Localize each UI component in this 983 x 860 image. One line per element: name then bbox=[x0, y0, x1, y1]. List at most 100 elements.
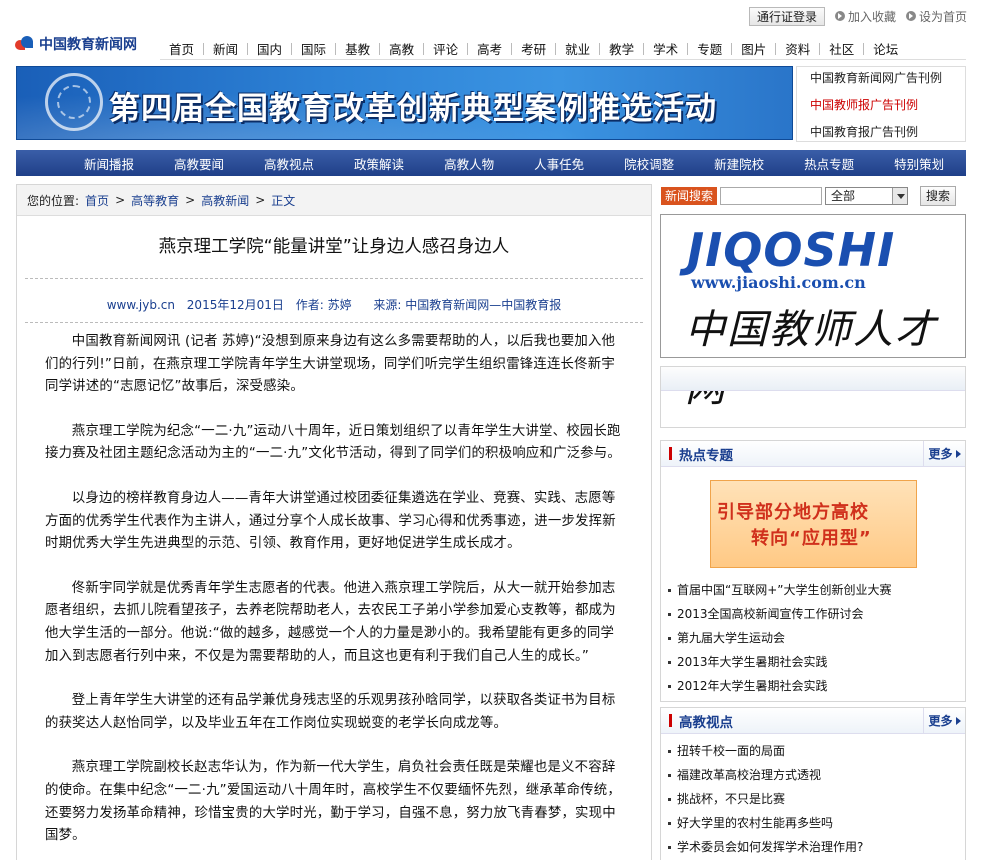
main-nav-item[interactable]: 高教 bbox=[380, 39, 423, 58]
gaojiao-views-header: 高教视点 更多 bbox=[661, 708, 965, 734]
main-nav-item[interactable]: 资料 bbox=[776, 39, 819, 58]
main-nav-item[interactable]: 学术 bbox=[644, 39, 687, 58]
bullet-icon bbox=[668, 845, 671, 849]
logo-text: 中国教育新闻网 bbox=[39, 37, 137, 53]
breadcrumb-sep: > bbox=[185, 193, 196, 207]
main-nav-item[interactable]: 新闻 bbox=[204, 39, 247, 58]
bullet-icon bbox=[668, 612, 671, 616]
campaign-banner[interactable]: 第四届全国教育改革创新典型案例推选活动 bbox=[16, 66, 793, 140]
list-item-label: 福建改革高校治理方式透视 bbox=[677, 768, 822, 782]
promo-line-1: 引导部分地方高校 bbox=[717, 502, 869, 523]
sub-nav-item[interactable]: 新闻播报 bbox=[84, 154, 134, 173]
ad-rate-link[interactable]: 中国教育新闻网广告刊例 bbox=[810, 69, 965, 96]
hot-topics-title: 热点专题 bbox=[679, 447, 733, 464]
empty-widget-header bbox=[661, 367, 965, 391]
list-item-label: 2012年大学生暑期社会实践 bbox=[677, 679, 828, 693]
breadcrumb-prefix: 您的位置: bbox=[27, 193, 80, 208]
main-nav: 首页 新闻 国内 国际 基教 高教 评论 高考 考研 就业 教学 学术 专题 图片 资料 社区 论坛 bbox=[160, 38, 966, 60]
sub-nav-item[interactable]: 政策解读 bbox=[354, 154, 404, 173]
chevron-down-icon bbox=[892, 188, 908, 204]
main-nav-item[interactable]: 评论 bbox=[424, 39, 467, 58]
hot-topics-header: 热点专题 更多 bbox=[661, 441, 965, 467]
ad-rate-link[interactable]: 中国教师报广告刊例 bbox=[810, 96, 965, 123]
list-item-label: 学术委员会如何发挥学术治理作用? bbox=[677, 840, 864, 854]
sub-nav-item[interactable]: 热点专题 bbox=[804, 154, 854, 173]
article-paragraph: 佟新宇同学就是优秀青年学生志愿者的代表。他进入燕京理工学院后，从大一就开始参加志… bbox=[45, 580, 616, 664]
passport-login-button[interactable]: 通行证登录 bbox=[748, 6, 825, 26]
list-item[interactable]: 2012年大学生暑期社会实践 bbox=[668, 674, 965, 698]
hot-topics-list: 首届中国“互联网+”大学生创新创业大赛 2013全国高校新闻宣传工作研讨会第九届大… bbox=[661, 578, 965, 698]
red-marker-icon bbox=[669, 714, 672, 727]
main-nav-item[interactable]: 社区 bbox=[820, 39, 863, 58]
utility-bar: 通行证登录 加入收藏 设为首页 bbox=[748, 6, 967, 26]
add-favorite-link[interactable]: 加入收藏 bbox=[834, 8, 896, 25]
main-nav-item[interactable]: 图片 bbox=[732, 39, 775, 58]
list-item-label: 好大学里的农村生能再多些吗 bbox=[677, 816, 834, 830]
article-title: 燕京理工学院“能量讲堂”让身边人感召身边人 bbox=[158, 237, 510, 257]
sub-nav-item[interactable]: 高教要闻 bbox=[174, 154, 224, 173]
list-item[interactable]: 挑战杯，不只是比赛 bbox=[668, 787, 965, 811]
main-nav-item[interactable]: 就业 bbox=[556, 39, 599, 58]
main-nav-item[interactable]: 论坛 bbox=[864, 39, 907, 58]
gaojiao-views-more[interactable]: 更多 bbox=[923, 708, 965, 733]
news-search: 新闻搜索 全部 搜索 bbox=[661, 186, 966, 206]
title-divider bbox=[25, 278, 643, 279]
set-homepage-link[interactable]: 设为首页 bbox=[905, 8, 967, 25]
arrow-circle-icon bbox=[905, 11, 916, 21]
breadcrumb-higher-ed-news[interactable]: 高教新闻 bbox=[201, 192, 249, 209]
sub-nav-item[interactable]: 高教人物 bbox=[444, 154, 494, 173]
gaojiao-views-title: 高教视点 bbox=[679, 714, 733, 731]
search-button[interactable]: 搜索 bbox=[920, 186, 957, 206]
sub-nav-item[interactable]: 院校调整 bbox=[624, 154, 674, 173]
bullet-icon bbox=[668, 636, 671, 640]
meta-date: 2015年12月01日 bbox=[186, 298, 284, 312]
article-paragraph: 中国教育新闻网讯 (记者 苏婷)“没想到原来身边有这么多需要帮助的人，以后我也要… bbox=[45, 334, 616, 395]
meta-author: 作者: 苏婷 bbox=[295, 298, 352, 312]
sub-nav-item[interactable]: 新建院校 bbox=[714, 154, 764, 173]
main-nav-item[interactable]: 基教 bbox=[336, 39, 379, 58]
red-marker-icon bbox=[669, 447, 672, 460]
main-nav-item[interactable]: 专题 bbox=[688, 39, 731, 58]
gaojiao-views-list: 扭转千校一面的局面福建改革高校治理方式透视挑战杯，不只是比赛好大学里的农村生能再… bbox=[661, 739, 965, 859]
sub-nav-item[interactable]: 人事任免 bbox=[534, 154, 584, 173]
ad-rate-link[interactable]: 中国教育报广告刊例 bbox=[810, 123, 965, 150]
banner-text: 第四届全国教育改革创新典型案例推选活动 bbox=[109, 91, 717, 127]
list-item-label: 扭转千校一面的局面 bbox=[677, 744, 786, 758]
main-nav-item[interactable]: 考研 bbox=[512, 39, 555, 58]
search-scope-select[interactable]: 全部 bbox=[825, 187, 909, 205]
article-paragraph: 登上青年学生大讲堂的还有品学兼优身残志坚的乐观男孩孙晗同学，以获取各类证书为目标… bbox=[45, 693, 616, 731]
main-nav-item[interactable]: 首页 bbox=[160, 39, 203, 58]
main-nav-item[interactable]: 教学 bbox=[600, 39, 643, 58]
gaojiao-views-box: 高教视点 更多 扭转千校一面的局面福建改革高校治理方式透视挑战杯，不只是比赛好大… bbox=[660, 707, 966, 860]
list-item[interactable]: 2013全国高校新闻宣传工作研讨会 bbox=[668, 602, 965, 626]
main-nav-item[interactable]: 高考 bbox=[468, 39, 511, 58]
site-logo[interactable]: 中国教育新闻网 bbox=[15, 34, 137, 54]
list-item[interactable]: 扭转千校一面的局面 bbox=[668, 739, 965, 763]
list-item-label: 2013年大学生暑期社会实践 bbox=[677, 655, 828, 669]
bullet-icon bbox=[668, 797, 671, 801]
main-nav-item[interactable]: 国内 bbox=[248, 39, 291, 58]
hot-topics-more[interactable]: 更多 bbox=[923, 441, 965, 466]
breadcrumb-home[interactable]: 首页 bbox=[85, 192, 109, 209]
sub-nav-item[interactable]: 特别策划 bbox=[894, 154, 944, 173]
article-paragraph: 燕京理工学院副校长赵志华认为，作为新一代大学生，肩负社会责任既是荣耀也是义不容辞… bbox=[45, 760, 621, 844]
list-item[interactable]: 首届中国“互联网+”大学生创新创业大赛 bbox=[668, 578, 965, 602]
article-meta: www.jyb.cn 2015年12月01日 作者: 苏婷 来源: 中国教育新闻… bbox=[17, 296, 651, 312]
meta-site[interactable]: www.jyb.cn bbox=[107, 298, 175, 312]
list-item[interactable]: 第九届大学生运动会 bbox=[668, 626, 965, 650]
main-nav-item[interactable]: 国际 bbox=[292, 39, 335, 58]
search-input[interactable] bbox=[720, 187, 823, 205]
sub-nav-item[interactable]: 高教视点 bbox=[264, 154, 314, 173]
breadcrumb-higher-ed[interactable]: 高等教育 bbox=[131, 192, 179, 209]
list-item[interactable]: 好大学里的农村生能再多些吗 bbox=[668, 811, 965, 835]
set-homepage-label: 设为首页 bbox=[918, 9, 967, 24]
list-item[interactable]: 福建改革高校治理方式透视 bbox=[668, 763, 965, 787]
list-item[interactable]: 2013年大学生暑期社会实践 bbox=[668, 650, 965, 674]
bullet-icon bbox=[668, 749, 671, 753]
list-item-label: 首届中国“互联网+”大学生创新创业大赛 bbox=[677, 583, 892, 597]
jiaoshi-ad[interactable]: JIQOSHI www.jiaoshi.com.cn 中国教师人才网 bbox=[660, 214, 966, 411]
list-item-label: 第九届大学生运动会 bbox=[677, 631, 786, 645]
applied-university-promo[interactable]: 引导部分地方高校 转向“应用型” bbox=[710, 480, 917, 568]
breadcrumb-sep: > bbox=[115, 193, 126, 207]
list-item[interactable]: 学术委员会如何发挥学术治理作用? bbox=[668, 835, 965, 859]
